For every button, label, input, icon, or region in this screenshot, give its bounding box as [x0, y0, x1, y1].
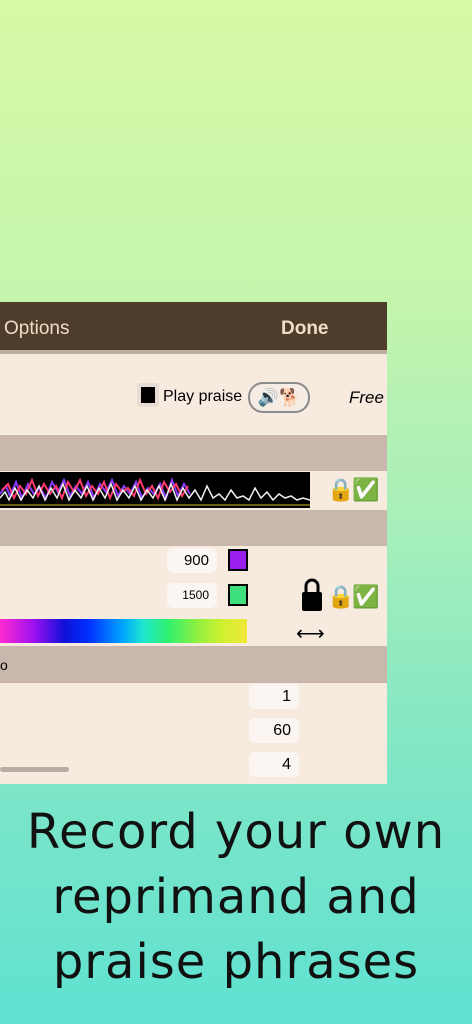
lock-icon[interactable]: 🔒: [327, 479, 354, 501]
caption-line-2: reprimand and: [52, 869, 420, 925]
promo-caption: Record your own reprimand and praise phr…: [0, 800, 472, 995]
free-label: Free: [349, 388, 384, 407]
section-header-band: [0, 510, 387, 546]
setting-value-3[interactable]: 4: [249, 752, 299, 777]
section-header-band: [0, 646, 387, 683]
play-praise-checkbox[interactable]: [137, 383, 159, 407]
waveform-display[interactable]: [0, 472, 310, 508]
color-spectrum-slider[interactable]: [0, 619, 247, 643]
caption-line-1: Record your own: [26, 804, 446, 860]
color-swatch-purple[interactable]: [228, 549, 248, 571]
check-icon[interactable]: ✅: [352, 479, 379, 501]
color-swatch-green[interactable]: [228, 584, 248, 606]
horizontal-scroll-indicator[interactable]: [0, 767, 69, 772]
caption-line-3: praise phrases: [52, 934, 420, 990]
frequency-input-high[interactable]: 1500: [167, 583, 217, 608]
frequency-input-low[interactable]: 900: [167, 548, 217, 573]
sound-dog-toggle-button[interactable]: 🔊🐕: [248, 382, 310, 413]
lock-icon[interactable]: 🔒: [327, 586, 354, 608]
padlock-icon[interactable]: [301, 578, 323, 612]
play-praise-label: Play praise: [163, 388, 243, 405]
setting-value-2[interactable]: 60: [249, 718, 299, 743]
options-title: Options: [4, 318, 70, 339]
range-arrow-icon[interactable]: ⟷: [296, 621, 325, 646]
navigation-bar: Options Done: [0, 302, 387, 354]
check-icon[interactable]: ✅: [352, 586, 379, 608]
section-label-fragment: o: [0, 657, 8, 673]
setting-value-1[interactable]: 1: [249, 684, 299, 709]
section-header-band: [0, 435, 387, 471]
done-button[interactable]: Done: [281, 318, 329, 340]
